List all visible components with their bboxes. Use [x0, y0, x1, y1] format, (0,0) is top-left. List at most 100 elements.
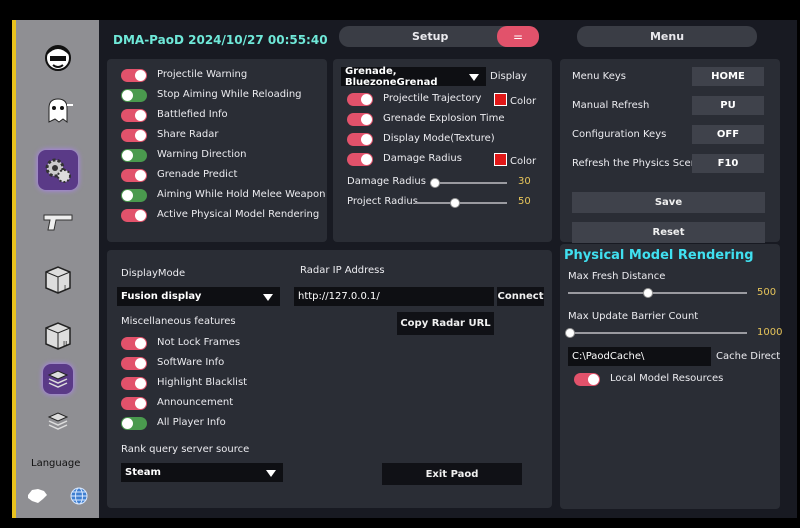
grenade-display-label: Display	[490, 71, 527, 82]
ghost-icon[interactable]	[38, 91, 78, 131]
chevron-down-icon	[266, 469, 276, 477]
grenade-option-toggle[interactable]	[347, 113, 373, 126]
menu-key-label: Manual Refresh	[572, 100, 650, 111]
grenade-option-toggle[interactable]	[347, 133, 373, 146]
layers-2-icon[interactable]	[43, 406, 73, 436]
color-label: Color	[510, 156, 537, 167]
misc-label: All Player Info	[157, 417, 226, 428]
grenade-option-label: Display Mode(Texture)	[383, 133, 495, 144]
connect-button[interactable]: Connect	[497, 287, 544, 306]
menu-key-label: Menu Keys	[572, 71, 626, 82]
cache-path-input[interactable]: C:\PaodCache\	[568, 347, 711, 366]
warning-label: Stop Aiming While Reloading	[157, 89, 302, 100]
grenade-slider-track[interactable]	[415, 202, 507, 204]
local-model-label: Local Model Resources	[610, 373, 724, 384]
grenade-select-value: Grenade, BluezoneGrenad	[345, 65, 438, 88]
grenade-slider-value: 50	[518, 196, 531, 207]
warning-toggle[interactable]	[121, 109, 147, 122]
rank-source-select[interactable]: Steam	[121, 463, 283, 482]
layers-1-icon[interactable]	[43, 364, 73, 394]
warning-toggle[interactable]	[121, 169, 147, 182]
grenade-option-label: Projectile Trajectory	[383, 93, 482, 104]
china-map-icon[interactable]	[26, 487, 48, 508]
grenade-select[interactable]: Grenade, BluezoneGrenad	[341, 65, 486, 88]
grenade-slider-label: Damage Radius	[347, 176, 426, 187]
local-model-toggle[interactable]	[574, 373, 600, 386]
warning-label: Aiming While Hold Melee Weapon	[157, 189, 326, 200]
grenade-option-label: Grenade Explosion Time	[383, 113, 505, 124]
exit-button[interactable]: Exit Paod	[382, 463, 522, 485]
grenade-slider-knob[interactable]	[450, 198, 460, 208]
menu-key-button[interactable]: OFF	[692, 125, 764, 144]
misc-toggle[interactable]	[121, 337, 147, 350]
max-barrier-value: 1000	[757, 327, 783, 338]
misc-label: Miscellaneous features	[121, 316, 236, 327]
grenade-option-toggle[interactable]	[347, 93, 373, 106]
language-label: Language	[31, 458, 81, 469]
warning-label: Share Radar	[157, 129, 219, 140]
display-mode-label: DisplayMode	[121, 268, 186, 279]
max-fresh-slider[interactable]	[568, 292, 747, 294]
misc-label: Highlight Blacklist	[157, 377, 248, 388]
globe-icon[interactable]	[70, 487, 88, 508]
warning-toggle[interactable]	[121, 69, 147, 82]
radar-ip-input[interactable]: http://127.0.0.1/	[294, 287, 494, 306]
rank-source-value: Steam	[125, 467, 161, 478]
warning-toggle[interactable]	[121, 129, 147, 142]
max-fresh-value: 500	[757, 287, 777, 298]
svg-text:I: I	[64, 284, 66, 292]
menu-toggle-button[interactable]: =	[497, 26, 539, 47]
misc-toggle[interactable]	[121, 417, 147, 430]
reset-button[interactable]: Reset	[572, 222, 765, 243]
warning-label: Active Physical Model Rendering	[157, 209, 320, 220]
grenade-slider-label: Project Radius	[347, 196, 418, 207]
copy-radar-url-button[interactable]: Copy Radar URL	[397, 312, 494, 335]
cache-directory-label: Cache Directo	[716, 351, 780, 362]
warning-toggle[interactable]	[121, 89, 147, 102]
max-fresh-knob[interactable]	[643, 288, 653, 298]
chevron-down-icon	[469, 73, 479, 81]
physical-title: Physical Model Rendering	[564, 248, 754, 263]
radar-ip-label: Radar IP Address	[300, 265, 385, 276]
display-mode-value: Fusion display	[121, 291, 202, 302]
max-barrier-label: Max Update Barrier Count	[568, 311, 699, 322]
misc-label: Announcement	[157, 397, 234, 408]
grenade-option-label: Damage Radius	[383, 153, 462, 164]
rank-source-label: Rank query server source	[121, 444, 250, 455]
menu-tab[interactable]: Menu	[577, 26, 757, 47]
color-swatch[interactable]	[494, 153, 507, 166]
avatar-icon[interactable]	[38, 38, 78, 78]
max-fresh-label: Max Fresh Distance	[568, 271, 666, 282]
warning-toggle[interactable]	[121, 209, 147, 222]
sidebar: I II Language	[12, 20, 99, 518]
menu-key-button[interactable]: F10	[692, 154, 764, 173]
window-title: DMA-PaoD 2024/10/27 00:55:40	[113, 33, 328, 47]
misc-toggle[interactable]	[121, 397, 147, 410]
menu-key-label: Refresh the Physics Scene	[572, 158, 704, 169]
box-1-icon[interactable]: I	[38, 260, 78, 300]
misc-label: Not Lock Frames	[157, 337, 241, 348]
warning-label: Grenade Predict	[157, 169, 238, 180]
misc-toggle[interactable]	[121, 377, 147, 390]
chevron-down-icon	[263, 293, 273, 301]
setup-tab-label: Setup	[412, 30, 449, 43]
pistol-icon[interactable]	[38, 202, 78, 242]
max-barrier-knob[interactable]	[565, 328, 575, 338]
gears-icon[interactable]	[38, 150, 78, 190]
warning-toggle[interactable]	[121, 189, 147, 202]
grenade-slider-knob[interactable]	[430, 178, 440, 188]
warning-label: Projectile Warning	[157, 69, 248, 80]
menu-key-button[interactable]: PU	[692, 96, 764, 115]
display-mode-select[interactable]: Fusion display	[117, 287, 280, 306]
menu-key-label: Configuration Keys	[572, 129, 667, 140]
misc-label: SoftWare Info	[157, 357, 225, 368]
warning-toggle[interactable]	[121, 149, 147, 162]
grenade-option-toggle[interactable]	[347, 153, 373, 166]
box-2-icon[interactable]: II	[38, 316, 78, 356]
menu-key-button[interactable]: HOME	[692, 67, 764, 86]
grenade-slider-track[interactable]	[430, 182, 507, 184]
save-button[interactable]: Save	[572, 192, 765, 213]
misc-toggle[interactable]	[121, 357, 147, 370]
max-barrier-slider[interactable]	[568, 332, 747, 334]
color-swatch[interactable]	[494, 93, 507, 106]
